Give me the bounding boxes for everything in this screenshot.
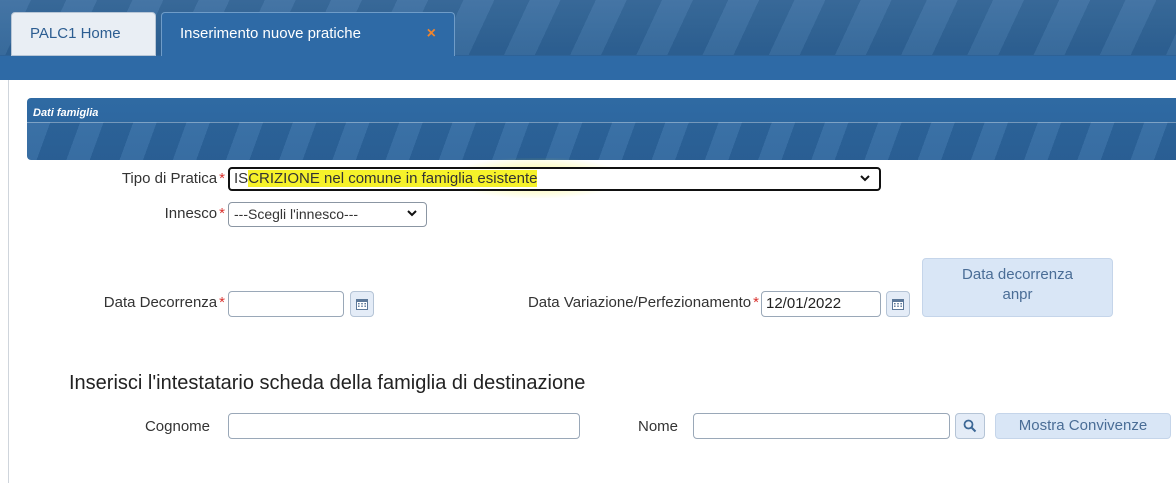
data-decorrenza-label: Data Decorrenza * (40, 294, 225, 311)
tipo-pratica-value-highlighted: CRIZIONE nel comune in famiglia esistent… (248, 170, 538, 187)
innesco-label-text: Innesco (164, 205, 218, 222)
tab-strip: PALC1 Home Inserimento nuove pratiche × (0, 0, 1176, 80)
tab-inserimento-nuove-pratiche[interactable]: Inserimento nuove pratiche × (161, 12, 455, 56)
tab-underbar (0, 56, 1176, 80)
tipo-pratica-label: Tipo di Pratica * (80, 170, 225, 187)
innesco-label: Innesco * (120, 205, 225, 222)
required-mark: * (219, 205, 225, 222)
close-icon[interactable]: × (427, 13, 436, 55)
data-variazione-label: Data Variazione/Perfezionamento * (440, 294, 759, 311)
tab-home-label: PALC1 Home (30, 25, 121, 42)
tab-active-label: Inserimento nuove pratiche (180, 25, 361, 42)
calendar-icon[interactable] (350, 291, 374, 317)
nome-label: Nome (637, 418, 678, 435)
innesco-value: ---Scegli l'innesco--- (234, 206, 359, 222)
tipo-pratica-value-prefix: IS (234, 170, 249, 187)
section-divider (27, 122, 1176, 123)
cognome-label: Cognome (144, 418, 210, 435)
section-header-dati-famiglia: Dati famiglia (27, 98, 1176, 160)
required-mark: * (753, 294, 759, 311)
section-title: Dati famiglia (33, 107, 99, 119)
data-variazione-label-text: Data Variazione/Perfezionamento (527, 294, 752, 311)
innesco-select[interactable]: ---Scegli l'innesco--- (228, 202, 427, 227)
anpr-button-line1: Data decorrenza (962, 266, 1073, 283)
tab-palc1-home[interactable]: PALC1 Home (11, 12, 156, 56)
search-icon[interactable] (955, 413, 985, 439)
chevron-down-icon (859, 170, 871, 190)
data-variazione-input[interactable]: 12/01/2022 (761, 291, 881, 317)
calendar-icon[interactable] (886, 291, 910, 317)
left-divider (8, 80, 9, 483)
data-decorrenza-anpr-button[interactable]: Data decorrenza anpr (922, 258, 1113, 317)
mostra-convivenze-button[interactable]: Mostra Convivenze (995, 413, 1171, 439)
required-mark: * (219, 294, 225, 311)
required-mark: * (219, 170, 225, 187)
cognome-input[interactable] (228, 413, 580, 439)
anpr-button-line2: anpr (1002, 286, 1033, 303)
tipo-pratica-label-text: Tipo di Pratica (121, 170, 218, 187)
data-decorrenza-input[interactable] (228, 291, 344, 317)
nome-input[interactable] (693, 413, 950, 439)
chevron-down-icon (406, 204, 418, 227)
tipo-pratica-select[interactable]: ISCRIZIONE nel comune in famiglia esiste… (228, 167, 881, 191)
intestatario-heading: Inserisci l'intestatario scheda della fa… (69, 372, 586, 394)
data-decorrenza-label-text: Data Decorrenza (103, 294, 218, 311)
